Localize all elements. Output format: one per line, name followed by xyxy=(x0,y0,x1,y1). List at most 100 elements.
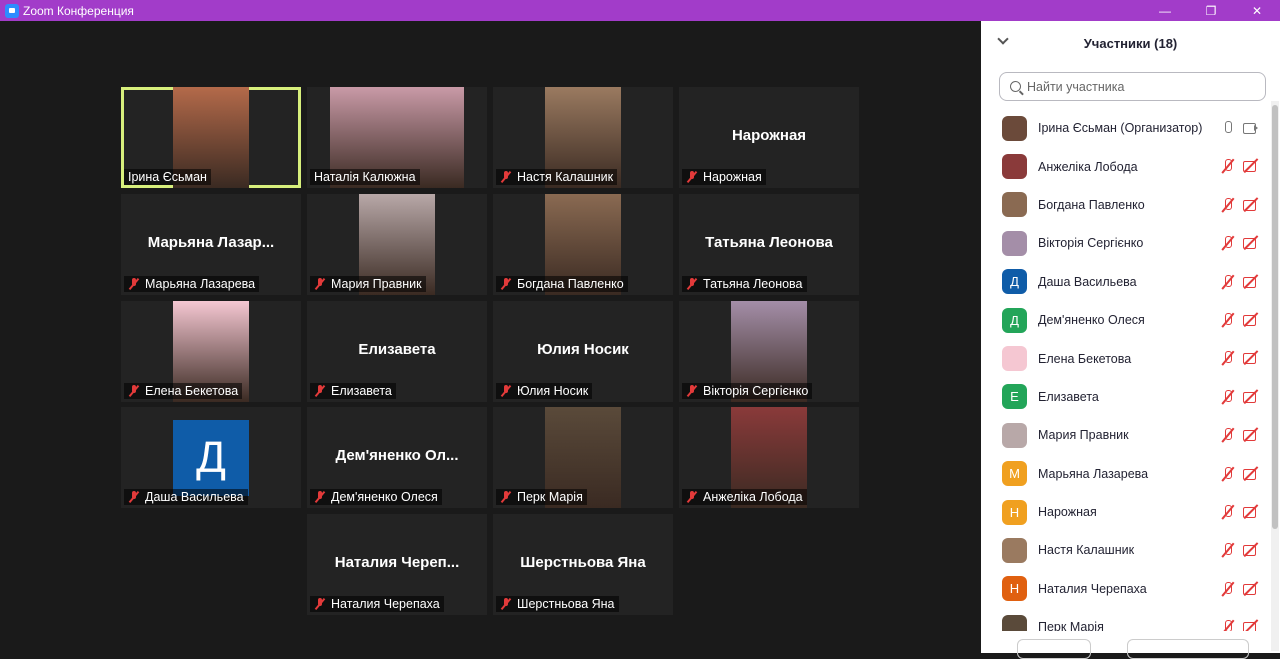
camera-off-icon[interactable] xyxy=(1243,582,1259,595)
video-tile[interactable]: Наталия Череп... Наталия Черепаха xyxy=(307,514,487,615)
name-caption: Нарожная xyxy=(682,169,766,185)
camera-off-icon[interactable] xyxy=(1243,275,1259,288)
avatar xyxy=(1002,154,1027,180)
camera-off-icon[interactable] xyxy=(1243,467,1259,480)
microphone-muted-icon[interactable] xyxy=(1221,620,1235,631)
video-tile[interactable]: Шерстньова Яна Шерстньова Яна xyxy=(493,514,673,615)
close-button[interactable]: ✕ xyxy=(1234,0,1280,21)
microphone-muted-icon[interactable] xyxy=(1221,236,1235,250)
camera-off-icon[interactable] xyxy=(1243,620,1259,631)
invite-button[interactable] xyxy=(1017,639,1091,659)
microphone-muted-icon[interactable] xyxy=(1221,197,1235,212)
video-tile[interactable]: Настя Калашник xyxy=(493,87,673,188)
minimize-button[interactable]: — xyxy=(1142,0,1188,21)
participant-row[interactable]: Н Наталия Черепаха xyxy=(981,570,1271,608)
scrollbar[interactable] xyxy=(1271,101,1279,651)
video-tile[interactable]: Д Даша Васильева xyxy=(121,407,301,508)
avatar xyxy=(1002,614,1027,631)
microphone-muted-icon[interactable] xyxy=(1221,428,1235,442)
camera-off-icon[interactable] xyxy=(1243,313,1259,326)
participant-row[interactable]: Н Нарожная xyxy=(981,493,1271,531)
video-tile[interactable]: Мария Правник xyxy=(307,194,487,295)
camera-off-icon[interactable] xyxy=(1243,351,1259,365)
avatar xyxy=(1002,537,1027,563)
video-tile[interactable]: Ірина Єсьман xyxy=(121,87,301,188)
participant-row[interactable]: Д Дем'яненко Олеся xyxy=(981,301,1271,339)
participant-name: Богдана Павленко xyxy=(1038,197,1145,212)
participant-row[interactable]: Елена Бекетова xyxy=(981,339,1271,377)
participant-name: Мария Правник xyxy=(1038,428,1129,443)
camera-off-icon[interactable] xyxy=(1243,236,1259,250)
mic-muted-icon xyxy=(500,598,512,610)
caption-name: Настя Калашник xyxy=(517,170,614,184)
video-tile[interactable]: Юлия Носик Юлия Носик xyxy=(493,301,673,402)
camera-off-icon[interactable] xyxy=(1243,543,1259,557)
microphone-muted-icon[interactable] xyxy=(1221,581,1235,596)
participant-name: Нарожная xyxy=(1038,505,1097,520)
participant-search[interactable] xyxy=(999,72,1266,101)
caption-name: Елена Бекетова xyxy=(145,384,239,398)
participant-name: Елизавета xyxy=(1038,389,1099,404)
tile-display-name: Марьяна Лазар... xyxy=(147,234,275,251)
camera-icon[interactable] xyxy=(1243,121,1259,134)
search-input[interactable] xyxy=(1027,79,1247,94)
video-tile[interactable]: Перк Марія xyxy=(493,407,673,508)
name-caption: Елена Бекетова xyxy=(124,383,243,399)
participant-row[interactable]: М Марьяна Лазарева xyxy=(981,455,1271,493)
microphone-icon[interactable] xyxy=(1221,121,1235,135)
mic-muted-icon xyxy=(686,171,698,183)
participant-row[interactable]: Настя Калашник xyxy=(981,531,1271,569)
video-tile[interactable]: Анжеліка Лобода xyxy=(679,407,859,508)
camera-off-icon[interactable] xyxy=(1243,505,1259,518)
avatar: Д xyxy=(173,420,249,496)
participant-name: Даша Васильева xyxy=(1038,274,1137,289)
video-tile[interactable]: Татьяна Леонова Татьяна Леонова xyxy=(679,194,859,295)
microphone-muted-icon[interactable] xyxy=(1221,504,1235,519)
participant-row[interactable]: Перк Марія xyxy=(981,608,1271,631)
participants-title: Участники (18) xyxy=(1083,35,1178,51)
video-tile[interactable]: Елена Бекетова xyxy=(121,301,301,402)
participant-row[interactable]: Богдана Павленко xyxy=(981,186,1271,224)
caption-name: Ірина Єсьман xyxy=(128,170,207,184)
microphone-muted-icon[interactable] xyxy=(1221,389,1235,404)
participants-panel: Участники (18) Ірина Єсьман (Организатор… xyxy=(981,21,1280,659)
participant-row[interactable]: Мария Правник xyxy=(981,416,1271,454)
scrollbar-thumb[interactable] xyxy=(1272,105,1278,529)
camera-off-icon[interactable] xyxy=(1243,390,1259,403)
video-tile[interactable]: Елизавета Елизавета xyxy=(307,301,487,402)
microphone-muted-icon[interactable] xyxy=(1221,466,1235,481)
caption-name: Анжеліка Лобода xyxy=(703,490,803,504)
avatar: Н xyxy=(1002,499,1027,525)
microphone-muted-icon[interactable] xyxy=(1221,351,1235,365)
participant-row[interactable]: Анжеліка Лобода xyxy=(981,147,1271,185)
participant-row[interactable]: Ірина Єсьман (Организатор) xyxy=(981,109,1271,147)
microphone-muted-icon[interactable] xyxy=(1221,274,1235,289)
participant-row[interactable]: Д Даша Васильева xyxy=(981,263,1271,301)
avatar xyxy=(1002,346,1027,372)
caption-name: Елизавета xyxy=(331,384,392,398)
video-tile[interactable]: Дем'яненко Ол... Дем'яненко Олеся xyxy=(307,407,487,508)
video-tile[interactable]: Богдана Павленко xyxy=(493,194,673,295)
video-tile[interactable]: Вікторія Сергієнко xyxy=(679,301,859,402)
microphone-muted-icon[interactable] xyxy=(1221,543,1235,557)
caption-name: Наталия Черепаха xyxy=(331,597,440,611)
participant-name: Вікторія Сергієнко xyxy=(1038,236,1144,251)
microphone-muted-icon[interactable] xyxy=(1221,312,1235,327)
video-tile[interactable]: Нарожная Нарожная xyxy=(679,87,859,188)
tile-display-name: Юлия Носик xyxy=(537,341,629,358)
microphone-muted-icon[interactable] xyxy=(1221,159,1235,173)
participant-row[interactable]: Вікторія Сергієнко xyxy=(981,224,1271,262)
participant-row[interactable]: Е Елизавета xyxy=(981,378,1271,416)
video-tile[interactable]: Наталія Калюжна xyxy=(307,87,487,188)
window-title: Zoom Конференция xyxy=(23,3,134,18)
mute-all-button[interactable] xyxy=(1127,639,1249,659)
avatar xyxy=(1002,192,1027,218)
camera-off-icon[interactable] xyxy=(1243,198,1259,211)
name-caption: Ірина Єсьман xyxy=(124,169,211,185)
maximize-button[interactable]: ❐ xyxy=(1188,0,1234,21)
camera-off-icon[interactable] xyxy=(1243,159,1259,173)
caption-name: Перк Марія xyxy=(517,490,583,504)
video-gallery: Ірина Єсьман Наталія Калюжна Настя Калашни… xyxy=(0,21,981,653)
video-tile[interactable]: Марьяна Лазар... Марьяна Лазарева xyxy=(121,194,301,295)
camera-off-icon[interactable] xyxy=(1243,428,1259,442)
